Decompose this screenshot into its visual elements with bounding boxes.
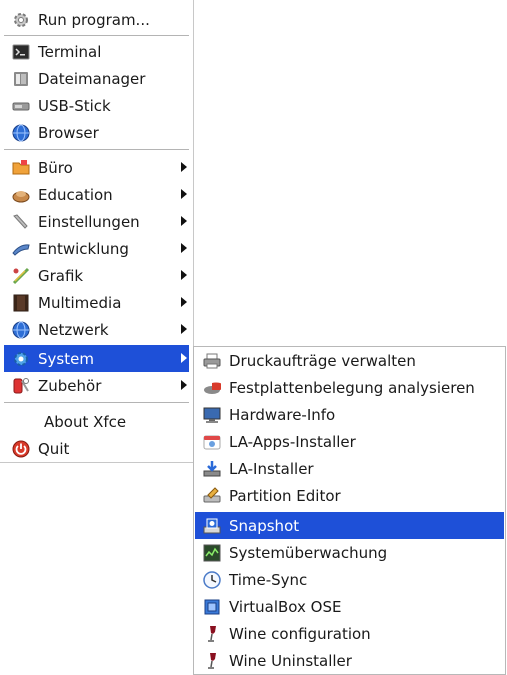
submenu-arrow-icon — [181, 270, 187, 280]
submenu-arrow-icon — [181, 297, 187, 307]
category-label: Entwicklung — [38, 239, 129, 258]
system-monitor-icon — [203, 544, 221, 562]
quit-item[interactable]: Quit — [4, 435, 189, 462]
category-label: Einstellungen — [38, 212, 140, 231]
submenu-item-la-installer[interactable]: LA-Installer — [195, 455, 504, 482]
settings-wrench-icon — [12, 213, 30, 231]
file-manager-icon — [12, 70, 30, 88]
category-netzwerk[interactable]: Netzwerk — [4, 316, 189, 343]
submenu-arrow-icon — [181, 353, 187, 363]
submenu-item-wine-uninstaller[interactable]: Wine Uninstaller — [195, 647, 504, 674]
education-icon — [12, 186, 30, 204]
snapshot-icon — [203, 517, 221, 535]
network-globe-icon — [12, 321, 30, 339]
submenu-arrow-icon — [181, 380, 187, 390]
virtualbox-icon — [203, 598, 221, 616]
gear-icon — [12, 11, 30, 29]
terminal-label: Terminal — [38, 42, 102, 61]
category-label: System — [38, 349, 94, 368]
category-label: Grafik — [38, 266, 84, 285]
separator — [4, 35, 189, 36]
submenu-item-print-jobs[interactable]: Druckaufträge verwalten — [195, 347, 504, 374]
submenu-item-label: Systemüberwachung — [229, 543, 388, 562]
category-system[interactable]: System — [4, 345, 189, 372]
system-gear-icon — [12, 350, 30, 368]
browser-globe-icon — [12, 124, 30, 142]
submenu-item-wine-configuration[interactable]: Wine configuration — [195, 620, 504, 647]
browser-label: Browser — [38, 123, 99, 142]
usb-stick-label: USB-Stick — [38, 96, 111, 115]
category-grafik[interactable]: Grafik — [4, 262, 189, 289]
submenu-item-label: Snapshot — [229, 516, 300, 535]
submenu-item-label: LA-Installer — [229, 459, 314, 478]
disk-usage-icon — [203, 379, 221, 397]
app-installer-icon — [203, 433, 221, 451]
submenu-arrow-icon — [181, 162, 187, 172]
submenu-item-label: Festplattenbelegung analysieren — [229, 378, 475, 397]
quit-label: Quit — [38, 439, 70, 458]
submenu-item-label: Partition Editor — [229, 486, 341, 505]
monitor-icon — [203, 406, 221, 424]
category-label: Education — [38, 185, 113, 204]
category-multimedia[interactable]: Multimedia — [4, 289, 189, 316]
category-label: Netzwerk — [38, 320, 109, 339]
submenu-item-system-monitor[interactable]: Systemüberwachung — [195, 539, 504, 566]
printer-icon — [203, 352, 221, 370]
category-education[interactable]: Education — [4, 181, 189, 208]
partition-editor-icon — [203, 486, 221, 505]
graphics-icon — [12, 267, 30, 285]
office-folder-icon — [12, 159, 30, 177]
separator — [4, 402, 189, 403]
submenu-item-label: Druckaufträge verwalten — [229, 351, 416, 370]
installer-icon — [203, 460, 221, 478]
submenu-item-snapshot[interactable]: Snapshot — [195, 512, 504, 539]
submenu-item-label: LA-Apps-Installer — [229, 432, 356, 451]
category-label: Zubehör — [38, 376, 102, 395]
run-program-item[interactable]: Run program... — [4, 6, 189, 33]
submenu-item-label: Time-Sync — [229, 570, 308, 589]
submenu-item-label: VirtualBox OSE — [229, 597, 342, 616]
submenu-arrow-icon — [181, 243, 187, 253]
terminal-item[interactable]: Terminal — [4, 38, 189, 65]
usb-stick-item[interactable]: USB-Stick — [4, 92, 189, 119]
about-xfce-item[interactable]: About Xfce — [4, 408, 189, 435]
run-program-label: Run program... — [38, 10, 150, 29]
category-bueroo[interactable]: Büro — [4, 154, 189, 181]
submenu-item-hardware-info[interactable]: Hardware-Info — [195, 401, 504, 428]
browser-item[interactable]: Browser — [4, 119, 189, 146]
system-submenu: Druckaufträge verwalten Festplattenbeleg… — [193, 346, 506, 675]
accessories-icon — [12, 377, 30, 395]
file-manager-item[interactable]: Dateimanager — [4, 65, 189, 92]
submenu-item-label: Wine Uninstaller — [229, 651, 352, 670]
wine-glass-icon — [203, 625, 221, 643]
about-xfce-label: About Xfce — [44, 412, 127, 431]
terminal-icon — [12, 43, 30, 61]
submenu-item-label: Hardware-Info — [229, 405, 336, 424]
submenu-item-disk-usage[interactable]: Festplattenbelegung analysieren — [195, 374, 504, 401]
separator — [4, 149, 189, 150]
category-entwicklung[interactable]: Entwicklung — [4, 235, 189, 262]
submenu-arrow-icon — [181, 324, 187, 334]
power-icon — [12, 440, 30, 458]
submenu-item-label: Wine configuration — [229, 624, 371, 643]
file-manager-label: Dateimanager — [38, 69, 146, 88]
submenu-item-partition-editor[interactable]: Partition Editor — [195, 482, 504, 509]
multimedia-icon — [12, 294, 30, 312]
category-label: Büro — [38, 158, 73, 177]
submenu-arrow-icon — [181, 216, 187, 226]
clock-icon — [203, 570, 221, 589]
applications-menu: Run program... Terminal Dateimanager USB… — [0, 0, 194, 463]
submenu-item-time-sync[interactable]: Time-Sync — [195, 566, 504, 593]
usb-drive-icon — [12, 97, 30, 115]
submenu-arrow-icon — [181, 189, 187, 199]
category-label: Multimedia — [38, 293, 122, 312]
category-einstellungen[interactable]: Einstellungen — [4, 208, 189, 235]
submenu-item-la-apps-installer[interactable]: LA-Apps-Installer — [195, 428, 504, 455]
category-zubehoer[interactable]: Zubehör — [4, 372, 189, 399]
development-icon — [12, 240, 30, 258]
submenu-item-virtualbox[interactable]: VirtualBox OSE — [195, 593, 504, 620]
wine-glass-icon — [203, 652, 221, 670]
